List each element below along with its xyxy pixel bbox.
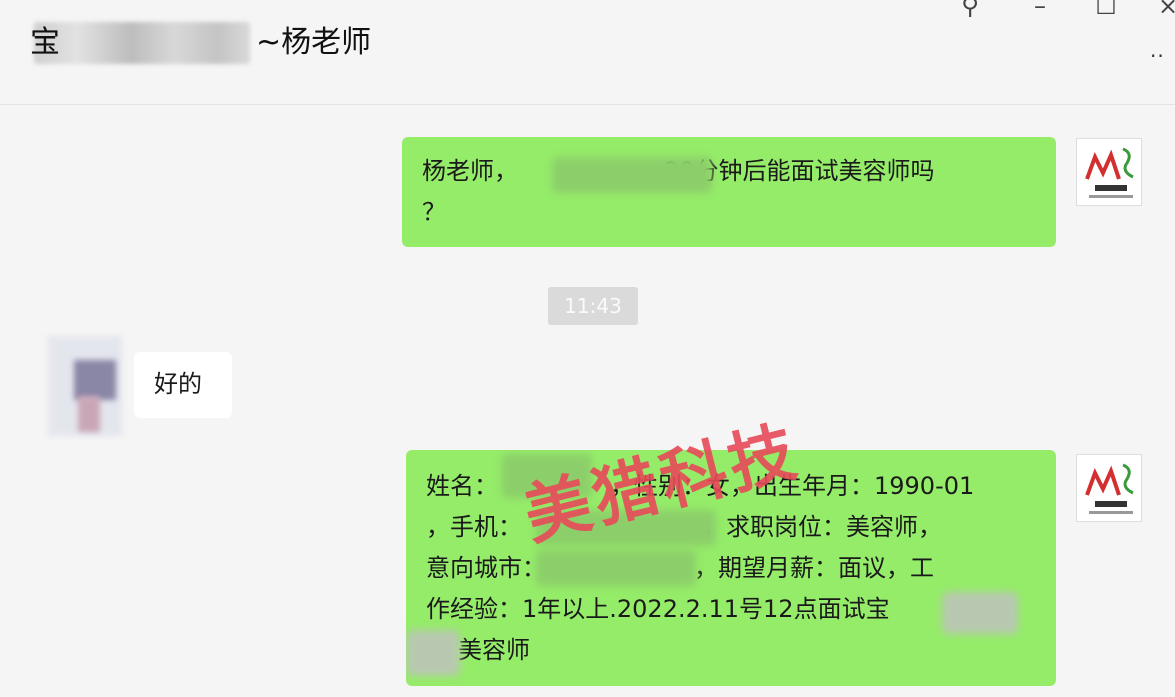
- message-text: ，期望月薪：面议，工: [694, 554, 934, 582]
- message-text: 杨老师，: [422, 157, 518, 185]
- message-text: 美容师: [458, 636, 530, 664]
- message-text: 好的: [154, 370, 202, 398]
- redacted-title: [34, 22, 250, 64]
- maximize-icon[interactable]: ☐: [1088, 0, 1124, 20]
- redacted-text: [406, 630, 460, 676]
- chat-title: ~杨老师: [256, 25, 372, 60]
- my-avatar[interactable]: [1076, 454, 1142, 522]
- redacted-text: [536, 550, 696, 586]
- message-text: ，求职岗位：美容师，: [702, 513, 942, 541]
- contact-avatar[interactable]: [48, 336, 122, 436]
- redacted-text: [942, 592, 1018, 634]
- message-text: ？: [422, 198, 446, 226]
- minimize-icon[interactable]: –: [1022, 0, 1058, 20]
- message-text: 作经验：1年以上.2022.2.11号12点面试宝: [426, 595, 890, 623]
- message-text: 意向城市：: [426, 554, 546, 582]
- message-text: 姓名：: [426, 472, 498, 500]
- close-icon[interactable]: ×: [1150, 0, 1175, 20]
- message-bubble-incoming[interactable]: 好的: [134, 352, 232, 418]
- chat-title-prefix: 宝: [30, 25, 60, 60]
- pin-icon[interactable]: ⚲: [952, 0, 988, 20]
- my-avatar[interactable]: [1076, 138, 1142, 206]
- message-bubble-outgoing[interactable]: 杨老师， 20分钟后能面试美容师吗 ？: [402, 137, 1056, 247]
- chat-header: ~杨老师 ⚲ – ☐ × ·· 宝: [0, 0, 1175, 105]
- message-text: ，手机：: [426, 513, 522, 541]
- more-icon[interactable]: ··: [1150, 46, 1174, 66]
- timestamp: 11:43: [548, 287, 638, 325]
- redacted-text: [552, 157, 712, 193]
